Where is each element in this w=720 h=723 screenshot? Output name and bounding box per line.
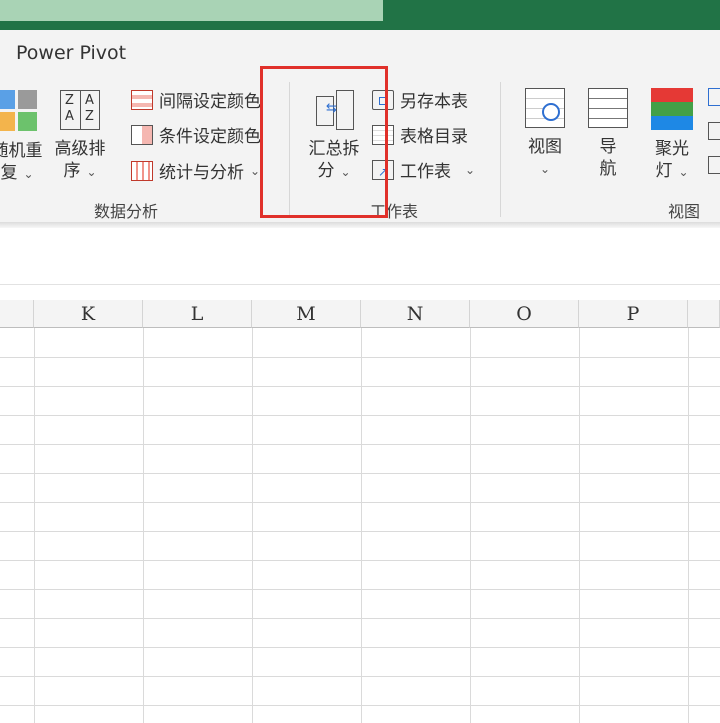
navigation-grid-icon: [588, 88, 628, 128]
chevron-down-icon: ⌄: [23, 167, 34, 181]
chevron-down-icon: ⌄: [86, 165, 97, 179]
gridline: [0, 502, 720, 503]
shuffle-button[interactable]: 随机重 复 ⌄: [0, 90, 46, 185]
spotlight-icon: [651, 88, 693, 130]
gridline: [0, 647, 720, 648]
shuffle-label-line2: 复: [0, 163, 18, 183]
gridline: [0, 560, 720, 561]
gridline: [0, 705, 720, 706]
title-bar-tab: [0, 0, 383, 21]
column-header-k[interactable]: K: [34, 300, 143, 328]
advanced-sort-button[interactable]: Z A A Z 高级排 序 ⌄: [52, 90, 108, 183]
title-bar: [0, 0, 720, 30]
gridline: [0, 473, 720, 474]
column-header-stub[interactable]: [0, 300, 34, 328]
extra-icon-3[interactable]: [708, 156, 720, 174]
group-label-view: 视图: [668, 202, 701, 221]
column-header-n[interactable]: N: [361, 300, 470, 328]
gridline: [0, 618, 720, 619]
sort-label-line1: 高级排: [54, 139, 106, 159]
gridline: [34, 328, 35, 723]
column-header-next[interactable]: [688, 300, 720, 328]
table-directory-label: 表格目录: [400, 127, 468, 147]
tab-power-pivot[interactable]: Power Pivot: [16, 42, 126, 64]
stats-analysis-button[interactable]: 统计与分析 ⌄: [131, 158, 260, 183]
shuffle-label-line1: 随机重: [0, 141, 43, 161]
navigation-label-line1: 导: [599, 137, 617, 157]
navigation-label-line2: 航: [599, 159, 617, 179]
condition-color-button[interactable]: 条件设定颜色: [131, 122, 261, 147]
spotlight-button[interactable]: 聚光 灯 ⌄: [644, 88, 700, 183]
gridline: [0, 386, 720, 387]
gridline: [252, 328, 253, 723]
chevron-down-icon: ⌄: [465, 162, 476, 177]
column-header-p[interactable]: P: [579, 300, 688, 328]
highlight-box: [260, 66, 388, 218]
stats-analysis-label: 统计与分析: [159, 163, 244, 183]
navigation-button[interactable]: 导 航: [584, 88, 632, 180]
magnifier-table-icon: [525, 88, 565, 128]
column-header-o[interactable]: O: [470, 300, 579, 328]
worksheet-label: 工作表: [400, 162, 451, 182]
chevron-down-icon: ⌄: [539, 162, 551, 176]
chevron-down-icon: ⌄: [678, 165, 689, 179]
group-separator: [500, 82, 501, 217]
save-sheet-label: 另存本表: [400, 92, 468, 112]
spotlight-label-line1: 聚光: [655, 139, 689, 159]
chevron-down-icon: ⌄: [250, 163, 261, 178]
gridline: [0, 589, 720, 590]
gridline: [0, 415, 720, 416]
interval-color-button[interactable]: 间隔设定颜色: [131, 87, 261, 112]
table-stats-icon: [131, 160, 153, 181]
gridline: [470, 328, 471, 723]
gridline: [143, 328, 144, 723]
gridline: [688, 328, 689, 723]
gridline: [579, 328, 580, 723]
gridline: [0, 444, 720, 445]
formula-bar[interactable]: [0, 228, 720, 285]
cell-grid[interactable]: [0, 328, 720, 723]
view-button[interactable]: 视图 ⌄: [518, 88, 572, 180]
color-grid-icon: [0, 90, 38, 132]
table-condition-icon: [131, 124, 153, 145]
interval-color-label: 间隔设定颜色: [159, 92, 261, 112]
view-label: 视图: [528, 137, 562, 157]
gridline: [0, 357, 720, 358]
extra-icon-1[interactable]: [708, 88, 720, 106]
column-header-m[interactable]: M: [252, 300, 361, 328]
gridline: [0, 676, 720, 677]
table-stripe-icon: [131, 89, 153, 110]
spotlight-label-line2: 灯: [655, 161, 673, 181]
extra-icon-2[interactable]: [708, 122, 720, 140]
gridline: [0, 531, 720, 532]
column-header-l[interactable]: L: [143, 300, 252, 328]
sort-za-icon: Z A A Z: [60, 90, 100, 130]
condition-color-label: 条件设定颜色: [159, 127, 261, 147]
group-label-data-analysis: 数据分析: [94, 202, 159, 221]
sort-label-line2: 序: [63, 161, 81, 181]
gridline: [361, 328, 362, 723]
